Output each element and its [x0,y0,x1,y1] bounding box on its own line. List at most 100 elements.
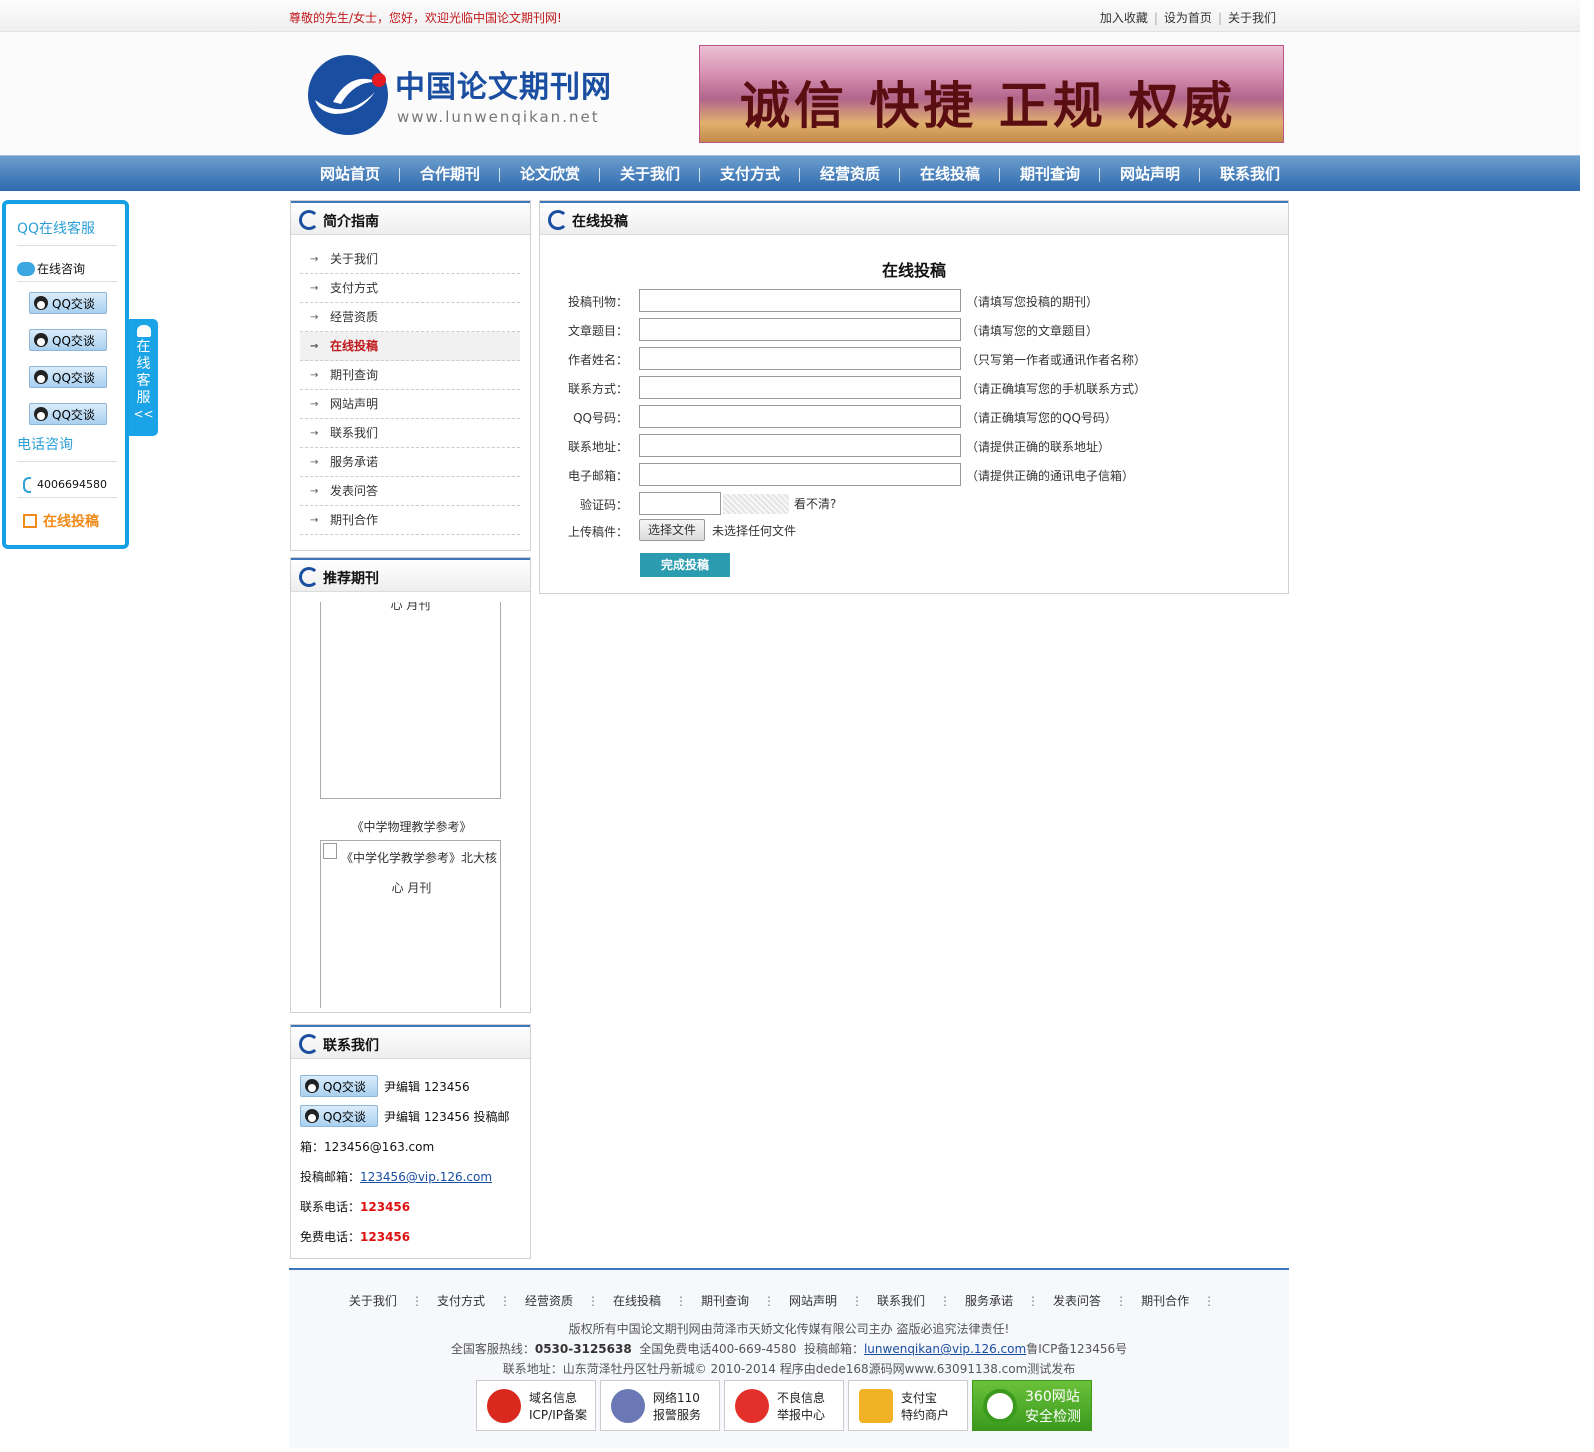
guide-item-submit[interactable]: 在线投稿 [300,332,520,361]
guide-item-about[interactable]: 关于我们 [300,245,520,274]
icp-emblem-icon [487,1388,521,1423]
service-tab-toggle[interactable]: 在线客服 << [129,319,158,436]
footer-link-payment[interactable]: 支付方式 [437,1294,485,1308]
journal-image-1[interactable]: 心 月刊 [320,602,501,799]
journal-image-2[interactable]: 《中学化学教学参考》北大核 心 月刊 [320,840,501,1008]
form-row-contact: 联系方式： （请正确填写您的手机联系方式） [540,376,1290,400]
choose-file-button[interactable]: 选择文件 [639,519,706,541]
footer: 关于我们 ⋮ 支付方式 ⋮ 经营资质 ⋮ 在线投稿 ⋮ 期刊查询 ⋮ 网站声明 ⋮ 联系我们 ⋮ 服务承诺 ⋮… [289,1268,1289,1448]
field-label: 作者姓名： [567,353,628,367]
tel-value: 123456 [360,1200,411,1214]
footer-email-link[interactable]: lunwenqikan@vip.126.com [864,1342,1026,1356]
captcha-image[interactable] [723,494,789,514]
badge-line1: 网络110 [653,1390,700,1405]
guide-panel-title: 简介指南 [323,214,379,230]
icp-number: 鲁ICP备123456号 [1026,1342,1128,1356]
online-submit-link[interactable]: 在线投稿 [17,508,117,534]
badge-line1: 支付宝 [901,1390,938,1405]
qq-chat-button-2[interactable]: QQ交谈 [29,329,107,351]
phone-input[interactable] [639,376,961,399]
journal-1-caption[interactable]: 《中学物理教学参考》 [291,818,532,835]
banner-text: 诚信 快捷 正规 权威 [740,76,1237,135]
submit-button[interactable]: 完成投稿 [640,553,730,577]
logo-icon [299,210,319,230]
qq-chat-label: QQ交谈 [52,296,95,311]
qq-chat-label: QQ交谈 [52,407,95,422]
footer-link-journal-cooperation[interactable]: 期刊合作 [1141,1294,1189,1308]
online-consult[interactable]: 在线咨询 [17,256,117,282]
qq-chat-button-3[interactable]: QQ交谈 [29,366,107,388]
qq-penguin-icon [305,1079,319,1093]
footer-link-publish-qa[interactable]: 发表问答 [1053,1294,1101,1308]
badge-report-center[interactable]: 不良信息 举报中心 [724,1380,844,1431]
nav-qualification[interactable]: 经营资质 [800,156,900,192]
guide-item-payment[interactable]: 支付方式 [300,274,520,303]
article-title-input[interactable] [639,318,961,341]
footer-links: 关于我们 ⋮ 支付方式 ⋮ 经营资质 ⋮ 在线投稿 ⋮ 期刊查询 ⋮ 网站声明 ⋮ 联系我们 ⋮ 服务承诺 ⋮… [348,1294,1216,1308]
qq-chat-button-4[interactable]: QQ交谈 [29,403,107,425]
footer-link-statement[interactable]: 网站声明 [789,1294,837,1308]
contact-qq-button-1[interactable]: QQ交谈 [300,1075,378,1097]
guide-item-statement[interactable]: 网站声明 [300,390,520,419]
qq-input[interactable] [639,405,961,428]
nav-submit[interactable]: 在线投稿 [900,156,1000,192]
footer-link-contact[interactable]: 联系我们 [877,1294,925,1308]
qq-penguin-icon [34,407,48,421]
main-nav: 网站首页 合作期刊 论文欣赏 关于我们 支付方式 经营资质 在线投稿 期刊查询 … [0,155,1580,191]
set-homepage-link[interactable]: 设为首页 [1164,11,1212,25]
badge-icp[interactable]: 域名信息 ICP/IP备案 [476,1380,596,1431]
footer-link-journal-search[interactable]: 期刊查询 [701,1294,749,1308]
qq-chat-button-1[interactable]: QQ交谈 [29,292,107,314]
badge-line2: 特约商户 [901,1407,950,1422]
top-links: 加入收藏 | 设为首页 | 关于我们 [1099,11,1276,25]
edit-icon [23,514,37,528]
badge-line1: 不良信息 [777,1390,826,1405]
nav-journal-search[interactable]: 期刊查询 [1000,156,1100,192]
form-row-qq: QQ号码： （请正确填写您的QQ号码） [540,405,1290,429]
footer-link-service-promise[interactable]: 服务承诺 [965,1294,1013,1308]
add-favorite-link[interactable]: 加入收藏 [1100,11,1148,25]
recommend-panel-title: 推荐期刊 [323,571,379,587]
nav-partner-journals[interactable]: 合作期刊 [400,156,500,192]
badge-alipay[interactable]: 支付宝 特约商户 [848,1380,968,1431]
qq-penguin-icon [34,333,48,347]
nav-statement[interactable]: 网站声明 [1100,156,1200,192]
badge-360-security[interactable]: 360网站 安全检测 [972,1380,1092,1431]
guide-item-qualification[interactable]: 经营资质 [300,303,520,332]
guide-item-journal-cooperation[interactable]: 期刊合作 [300,506,520,535]
form-row-journal: 投稿刊物： （请填写您投稿的期刊） [540,289,1290,313]
footer-hotline: 全国客服热线：0530-3125638 全国免费电话400-669-4580 投… [289,1340,1289,1357]
online-consult-label: 在线咨询 [37,262,86,276]
journal-input[interactable] [639,289,961,312]
nav-contact[interactable]: 联系我们 [1200,156,1300,192]
contact-qq-button-2[interactable]: QQ交谈 [300,1105,378,1127]
field-hint: （请提供正确的通讯电子信箱） [966,469,1135,483]
users-icon [136,325,151,337]
nav-home[interactable]: 网站首页 [300,156,400,192]
guide-item-publish-qa[interactable]: 发表问答 [300,477,520,506]
footer-link-submit[interactable]: 在线投稿 [613,1294,661,1308]
site-logo[interactable]: 中国论文期刊网 www.lunwenqikan.net [305,52,625,142]
address-input[interactable] [639,434,961,457]
nav-paper-showcase[interactable]: 论文欣赏 [500,156,600,192]
captcha-input[interactable] [639,492,721,515]
field-label: QQ号码： [573,411,628,425]
about-us-link[interactable]: 关于我们 [1228,11,1276,25]
nav-about[interactable]: 关于我们 [600,156,700,192]
nav-payment[interactable]: 支付方式 [700,156,800,192]
author-name-input[interactable] [639,347,961,370]
guide-item-service-promise[interactable]: 服务承诺 [300,448,520,477]
captcha-refresh-link[interactable]: 看不清? [794,495,836,512]
guide-item-journal-search[interactable]: 期刊查询 [300,361,520,390]
file-status: 未选择任何文件 [712,524,797,538]
badge-line2: ICP/IP备案 [529,1407,587,1422]
contact-line-2: 尹编辑 123456 投稿邮 [384,1109,510,1124]
phone-consult-heading: 电话咨询 [17,434,117,462]
guide-item-contact[interactable]: 联系我们 [300,419,520,448]
badge-police[interactable]: 网络110 报警服务 [600,1380,720,1431]
email-input[interactable] [639,463,961,486]
email-link[interactable]: 123456@vip.126.com [360,1170,492,1184]
hotline-number: 0530-3125638 [534,1342,632,1356]
footer-link-qualification[interactable]: 经营资质 [525,1294,573,1308]
footer-link-about[interactable]: 关于我们 [349,1294,397,1308]
